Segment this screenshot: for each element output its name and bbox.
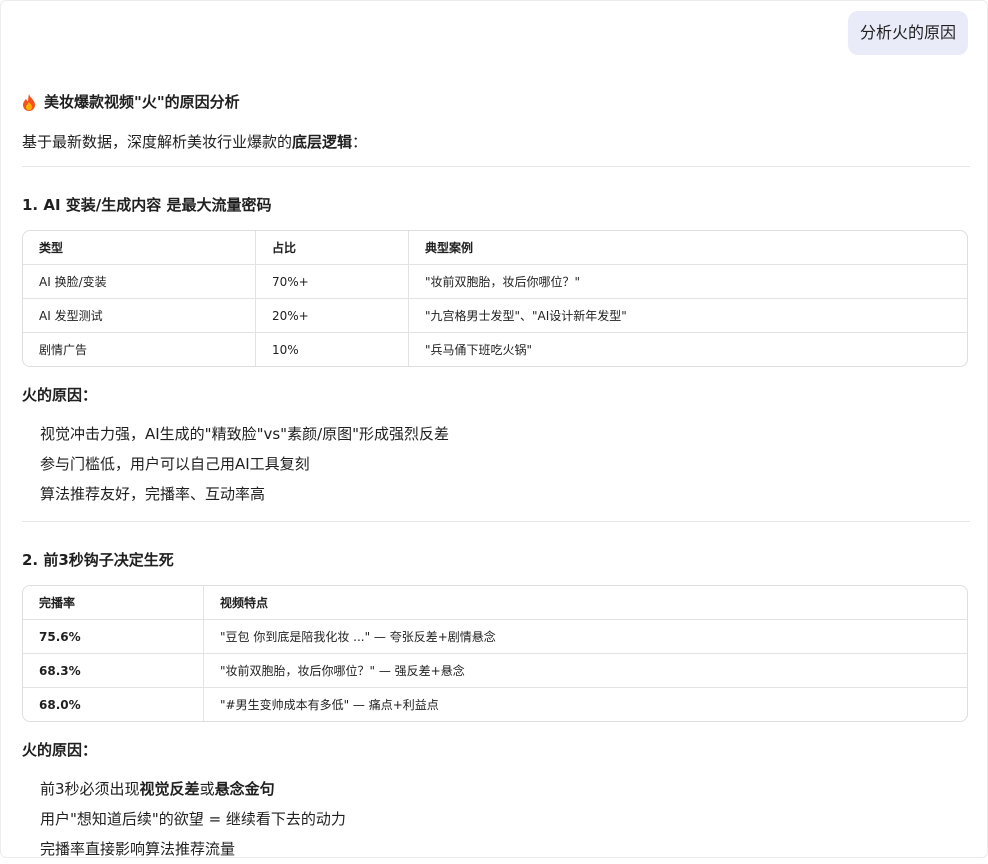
fire-icon: [23, 93, 35, 111]
reason-bold: 视觉反差: [139, 780, 200, 798]
table-cell: "豆包 你到底是陪我化妆 ..." — 夸张反差+剧情悬念: [204, 620, 967, 654]
reason-text: 或: [199, 780, 215, 798]
table-cell: "九宫格男士发型"、"AI设计新年发型": [409, 299, 967, 333]
intro-prefix: 基于最新数据，深度解析美妆行业爆款的: [22, 133, 293, 151]
table-cell: "兵马俑下班吃火锅": [425, 343, 533, 357]
table-cell: AI 换脸/变装: [23, 265, 256, 299]
reason-text: 前3秒必须出现: [40, 780, 140, 798]
table-header: 完播率: [23, 586, 204, 620]
table-cell: 10%: [256, 333, 409, 366]
completion-rate-table: 完播率 视频特点 75.6% "豆包 你到底是陪我化妆 ..." — 夸张反差+…: [22, 585, 968, 722]
table-cell: "妆前双胞胎，妆后你哪位？": [409, 265, 967, 299]
list-item: 算法推荐友好，完播率、互动率高: [40, 485, 266, 503]
content-type-table: 类型 占比 典型案例 AI 换脸/变装 70%+ "妆前双胞胎，妆后你哪位？" …: [22, 230, 968, 367]
table-row: 68.3% "妆前双胞胎，妆后你哪位？" — 强反差+悬念: [23, 654, 967, 688]
table-cell: 75.6%: [23, 620, 204, 654]
table-row: 75.6% "豆包 你到底是陪我化妆 ..." — 夸张反差+剧情悬念: [23, 620, 967, 654]
intro-bold: 底层逻辑: [292, 133, 353, 151]
table-header-row: 完播率 视频特点: [23, 586, 967, 620]
table-cell: "#男生变帅成本有多低" — 痛点+利益点: [220, 698, 439, 712]
list-item: 完播率直接影响算法推荐流量: [40, 840, 236, 858]
table-cell: AI 发型测试: [23, 299, 256, 333]
table-cell: 20%+: [256, 299, 409, 333]
section-1-reason-list: 视觉冲击力强，AI生成的"精致脸"vs"素颜/原图"形成强烈反差 参与门槛低，用…: [22, 419, 970, 509]
table-row: AI 发型测试 20%+ "九宫格男士发型"、"AI设计新年发型": [23, 299, 967, 333]
section-2-heading: 2. 前3秒钩子决定生死: [22, 551, 174, 569]
table-cell: "妆前双胞胎，妆后你哪位？" — 强反差+悬念: [204, 654, 967, 688]
table-row: 68.0% "#男生变帅成本有多低" — 痛点+利益点: [23, 688, 967, 721]
section-1-reason-heading: 火的原因：: [22, 386, 98, 404]
list-item: 参与门槛低，用户可以自己用AI工具复刻: [40, 455, 310, 473]
table-cell: 70%+: [256, 265, 409, 299]
divider: [22, 166, 970, 167]
reason-bold: 悬念金句: [214, 780, 275, 798]
divider: [22, 521, 970, 522]
list-item: 用户"想知道后续"的欲望 = 继续看下去的动力: [40, 810, 346, 828]
table-cell: 68.0%: [23, 688, 204, 721]
list-item: 前3秒必须出现视觉反差或悬念金句: [40, 774, 970, 804]
table-cell: 剧情广告: [23, 333, 256, 366]
table-header: 视频特点: [204, 586, 967, 620]
response-title-row: 美妆爆款视频"火"的原因分析: [22, 90, 970, 114]
table-cell: 68.3%: [23, 654, 204, 688]
user-message-bubble: 分析火的原因: [847, 11, 968, 55]
intro-text: 基于最新数据，深度解析美妆行业爆款的底层逻辑：: [22, 130, 970, 154]
section-2-reason-list: 前3秒必须出现视觉反差或悬念金句 用户"想知道后续"的欲望 = 继续看下去的动力…: [22, 774, 970, 864]
table-header: 典型案例: [409, 231, 967, 265]
table-header: 占比: [256, 231, 409, 265]
table-row: 剧情广告 10% "兵马俑下班吃火锅": [23, 333, 967, 366]
section-2-reason-heading: 火的原因：: [22, 741, 98, 759]
section-1-heading: 1. AI 变装/生成内容 是最大流量密码: [22, 196, 272, 214]
table-header-row: 类型 占比 典型案例: [23, 231, 967, 265]
response-title: 美妆爆款视频"火"的原因分析: [44, 93, 240, 111]
assistant-response: 美妆爆款视频"火"的原因分析 基于最新数据，深度解析美妆行业爆款的底层逻辑： 1…: [22, 90, 970, 864]
table-header: 类型: [23, 231, 256, 265]
intro-suffix: ：: [352, 133, 368, 151]
table-row: AI 换脸/变装 70%+ "妆前双胞胎，妆后你哪位？": [23, 265, 967, 299]
list-item: 视觉冲击力强，AI生成的"精致脸"vs"素颜/原图"形成强烈反差: [40, 425, 450, 443]
